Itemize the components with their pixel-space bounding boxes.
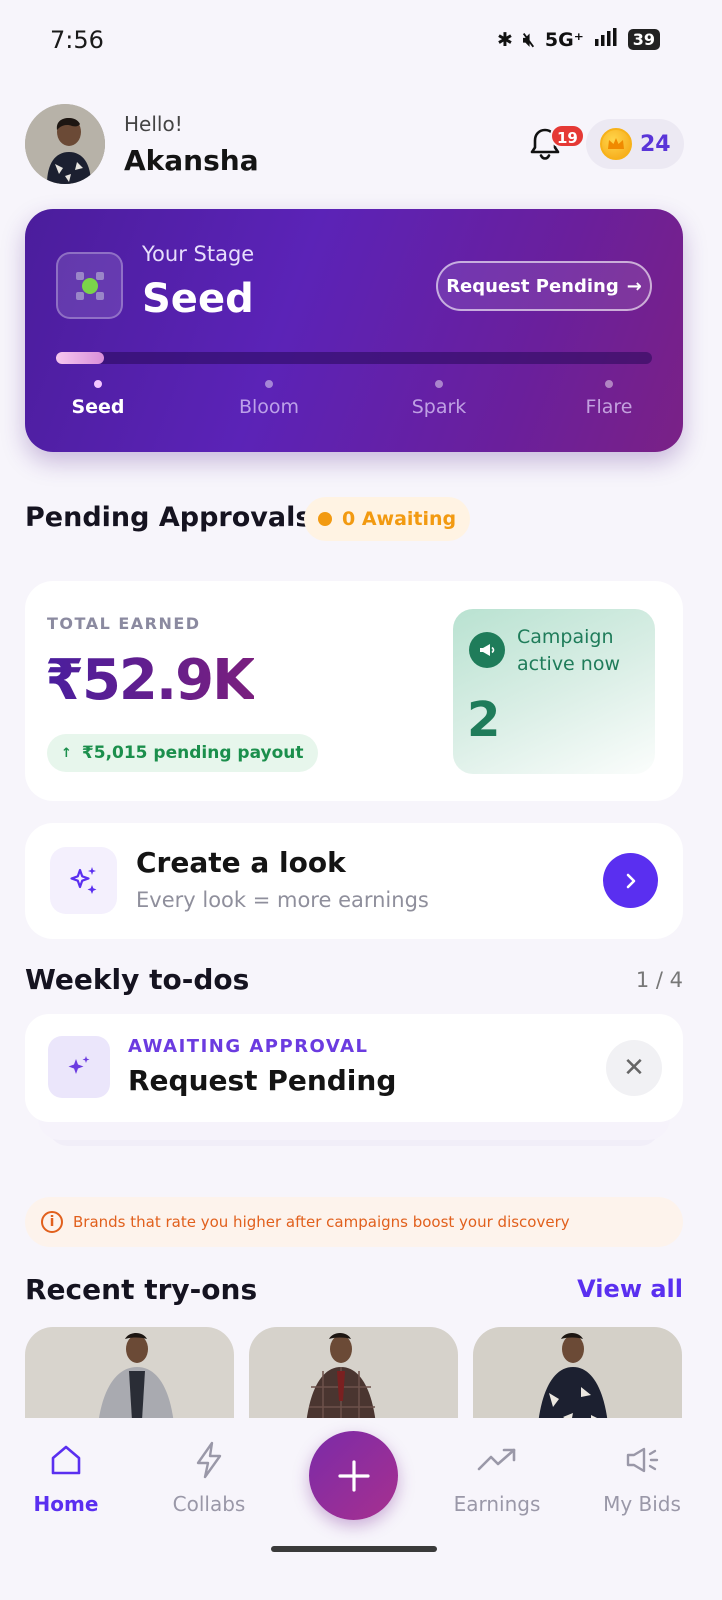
network-label: 5G⁺ — [544, 28, 584, 51]
todo-title: Request Pending — [128, 1064, 397, 1097]
pending-payout-badge: ↑ ₹5,015 pending payout — [47, 734, 318, 772]
coin-balance[interactable]: 24 — [586, 119, 684, 169]
user-name: Akansha — [124, 144, 259, 177]
arrow-up-icon: ↑ — [61, 745, 72, 761]
stage-dot-seed — [94, 380, 102, 388]
info-icon: i — [41, 1211, 63, 1233]
campaign-count: 2 — [467, 692, 501, 748]
awaiting-label: 0 Awaiting — [342, 508, 457, 530]
stage-dot-spark — [435, 380, 443, 388]
request-pending-button[interactable]: Request Pending → — [436, 261, 652, 311]
megaphone-icon — [582, 1440, 702, 1480]
stage-label: Your Stage — [142, 242, 255, 266]
recent-tryons-title: Recent try-ons — [25, 1273, 258, 1306]
greeting: Hello! — [124, 112, 183, 136]
todo-status-tag: AWAITING APPROVAL — [128, 1036, 369, 1057]
status-time: 7:56 — [50, 26, 104, 54]
campaign-active-label: Campaign active now — [517, 626, 620, 675]
bolt-icon — [149, 1440, 269, 1480]
nav-collabs-label: Collabs — [172, 1492, 246, 1516]
stage-progress-track — [56, 352, 652, 364]
plus-icon — [337, 1459, 370, 1492]
nav-earnings[interactable]: Earnings — [437, 1440, 557, 1516]
nav-home[interactable]: Home — [6, 1440, 126, 1516]
stage-step-bloom: Bloom — [238, 396, 300, 418]
avatar[interactable] — [25, 104, 105, 184]
request-pending-label: Request Pending — [446, 275, 619, 297]
close-icon[interactable]: ✕ — [606, 1040, 662, 1096]
view-all-link[interactable]: View all — [577, 1275, 683, 1303]
create-look-title: Create a look — [136, 846, 346, 879]
notification-count-badge: 19 — [550, 124, 585, 148]
battery-icon: 39 — [627, 29, 660, 50]
stage-dot-flare — [605, 380, 613, 388]
status-dot-icon — [318, 512, 332, 526]
create-look-button[interactable] — [603, 853, 658, 908]
stage-dot-bloom — [265, 380, 273, 388]
create-look-subtitle: Every look = more earnings — [136, 888, 429, 912]
weekly-todos-title: Weekly to-dos — [25, 963, 250, 996]
total-earned-value: ₹52.9K — [45, 648, 256, 713]
seed-stage-icon — [56, 252, 123, 319]
weekly-todos-progress: 1 / 4 — [635, 968, 683, 992]
trending-up-icon — [437, 1440, 557, 1480]
total-earned-label: TOTAL EARNED — [47, 614, 201, 633]
megaphone-icon — [469, 632, 505, 668]
coin-count: 24 — [640, 131, 671, 157]
current-stage: Seed — [142, 276, 254, 322]
create-look-card[interactable] — [25, 823, 683, 939]
nav-my-bids-label: My Bids — [603, 1492, 681, 1516]
add-button[interactable] — [309, 1431, 398, 1520]
pending-payout-text: ₹5,015 pending payout — [81, 743, 304, 763]
stage-step-seed: Seed — [71, 396, 125, 418]
arrow-right-icon: → — [626, 275, 642, 297]
info-banner: i Brands that rate you higher after camp… — [25, 1197, 683, 1247]
nav-my-bids[interactable]: My Bids — [582, 1440, 702, 1516]
sparkle-icon — [50, 847, 117, 914]
pending-approvals-title: Pending Approvals — [25, 502, 312, 533]
stage-progress-fill — [56, 352, 104, 364]
stage-step-flare: Flare — [585, 396, 633, 418]
signal-icon — [594, 28, 618, 51]
nav-earnings-label: Earnings — [453, 1492, 541, 1516]
nav-home-label: Home — [33, 1492, 99, 1516]
crown-coin-icon — [600, 128, 632, 160]
nav-collabs[interactable]: Collabs — [149, 1440, 269, 1516]
mute-icon: 🔇︎ — [522, 28, 535, 51]
home-icon — [6, 1440, 126, 1480]
info-banner-text: Brands that rate you higher after campai… — [73, 1213, 570, 1231]
awaiting-badge[interactable]: 0 Awaiting — [304, 497, 471, 541]
home-indicator[interactable] — [271, 1546, 437, 1552]
stage-step-spark: Spark — [411, 396, 467, 418]
sparkle-icon — [48, 1036, 110, 1098]
status-icons: ✱ 🔇︎ 5G⁺ 39 — [497, 28, 660, 51]
bluetooth-icon: ✱ — [496, 28, 513, 51]
chevron-right-icon — [626, 873, 635, 888]
